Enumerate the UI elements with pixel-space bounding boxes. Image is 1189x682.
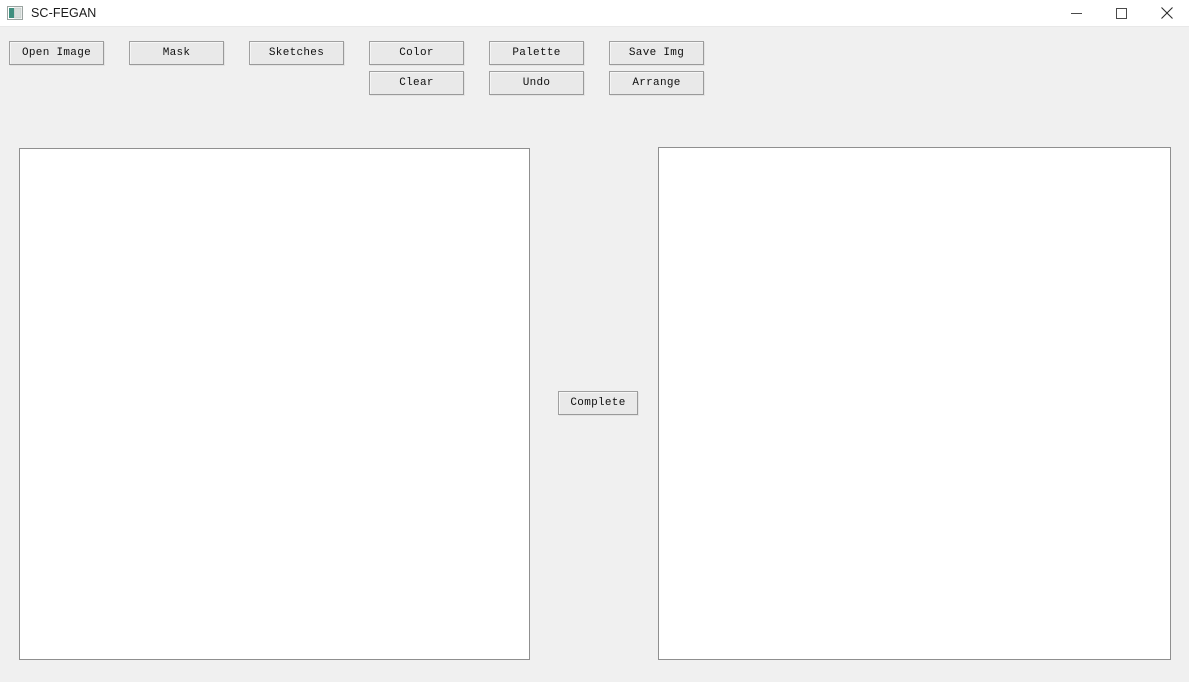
close-button[interactable] [1144, 0, 1189, 27]
save-img-button[interactable]: Save Img [609, 41, 704, 65]
minimize-icon [1071, 12, 1082, 14]
arrange-button[interactable]: Arrange [609, 71, 704, 95]
sketches-button[interactable]: Sketches [249, 41, 344, 65]
title-bar: SC-FEGAN [0, 0, 1189, 27]
maximize-button[interactable] [1099, 0, 1144, 27]
clear-button[interactable]: Clear [369, 71, 464, 95]
complete-button[interactable]: Complete [558, 391, 638, 415]
minimize-button[interactable] [1054, 0, 1099, 27]
close-icon [1160, 7, 1173, 19]
mask-button[interactable]: Mask [129, 41, 224, 65]
open-image-button[interactable]: Open Image [9, 41, 104, 65]
image-picture-icon [7, 6, 23, 20]
maximize-icon [1116, 7, 1127, 19]
input-canvas[interactable] [19, 148, 530, 660]
window-title: SC-FEGAN [31, 5, 97, 20]
palette-button[interactable]: Palette [489, 41, 584, 65]
undo-button[interactable]: Undo [489, 71, 584, 95]
color-button[interactable]: Color [369, 41, 464, 65]
output-canvas[interactable] [658, 147, 1171, 660]
window-controls [1054, 0, 1189, 27]
